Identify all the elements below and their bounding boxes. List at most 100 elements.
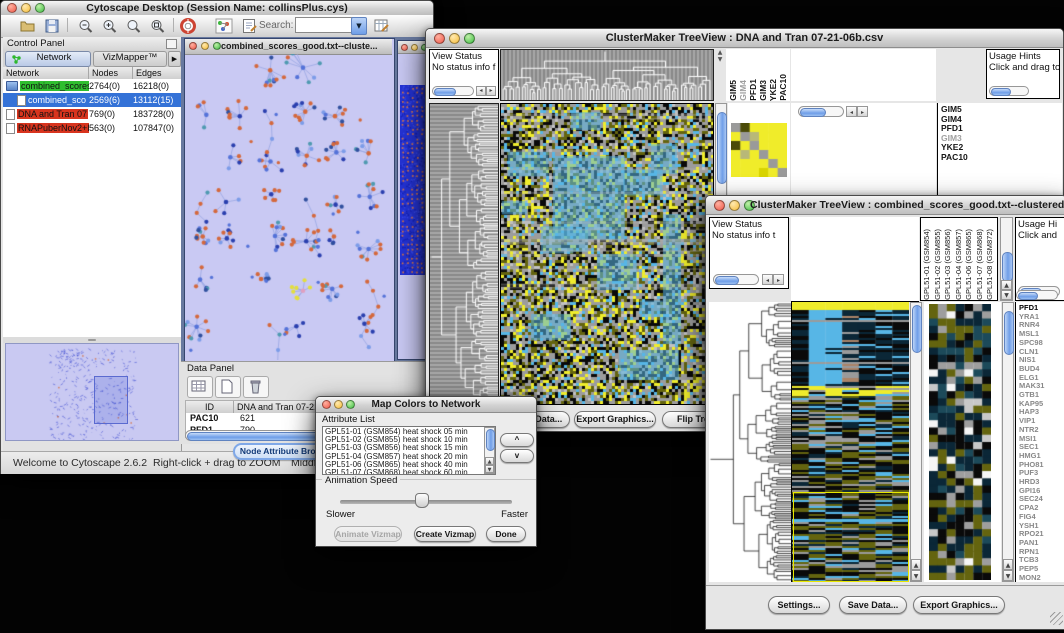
main-titlebar[interactable]: Cytoscape Desktop (Session Name: collins… <box>1 1 433 16</box>
tv1-array-dendrogram[interactable] <box>500 49 714 101</box>
array-label[interactable]: GPL51-08 (GSM872) <box>985 229 996 300</box>
scroll-down-icon[interactable]: ▼ <box>911 570 921 581</box>
minimize-icon[interactable] <box>729 200 740 211</box>
array-label[interactable]: GPL51-01 (GSM854) <box>922 229 933 300</box>
tv2-settings-button[interactable]: Settings... <box>768 596 830 614</box>
array-label[interactable]: GPL51-06 (GSM865) <box>964 229 975 300</box>
array-label[interactable]: PFD1 <box>748 79 758 101</box>
tv2-save-data-button[interactable]: Save Data... <box>839 596 907 614</box>
network-tree-row[interactable]: combined_sco2569(6)13112(15) <box>3 93 181 107</box>
scroll-left-icon[interactable]: ◂ <box>762 274 773 285</box>
scroll-down-icon[interactable]: ▼ <box>485 465 494 473</box>
tv2-vscrollbar[interactable]: ▲ ▼ <box>910 302 922 582</box>
minimize-icon[interactable] <box>411 44 418 51</box>
tv1-zoom-matrix-canvas[interactable] <box>731 123 787 177</box>
tv2-gene-dendrogram[interactable] <box>709 302 791 582</box>
network-tree-row[interactable]: RNAPuberNov2+I563(0)107847(0) <box>3 121 181 135</box>
network-overview-canvas[interactable] <box>6 344 178 440</box>
table-icon[interactable] <box>187 376 213 398</box>
column-edges[interactable]: Edges <box>133 67 181 79</box>
tv2-header-vscrollbar[interactable]: ▲ ▼ <box>1000 217 1013 301</box>
scroll-right-icon[interactable]: ▸ <box>773 274 784 285</box>
zoom-selected-icon[interactable] <box>125 18 143 34</box>
tv2-array-dendrogram-area[interactable] <box>791 217 919 302</box>
array-label[interactable]: PAC10 <box>778 74 788 101</box>
minimize-icon[interactable] <box>201 42 209 50</box>
tv2-zoom-vscroll-thumb[interactable] <box>1004 311 1014 355</box>
tv1-heatmap-canvas[interactable] <box>501 104 713 404</box>
scroll-left-icon[interactable]: ◂ <box>846 106 857 117</box>
move-up-button[interactable]: ^ <box>500 433 534 447</box>
array-label[interactable]: GIM3 <box>758 80 768 101</box>
column-network[interactable]: Network <box>3 67 89 79</box>
overview-viewport-rect[interactable] <box>94 376 128 424</box>
gene-label[interactable]: PAC10 <box>941 153 1062 163</box>
annotation-icon[interactable] <box>241 18 259 34</box>
array-label[interactable]: GPL51-07 (GSM868) <box>975 229 986 300</box>
scroll-up-icon[interactable]: ▲ <box>485 457 494 465</box>
tv1-export-graphics-button[interactable]: Export Graphics... <box>574 411 656 428</box>
tv1-vscroll-thumb[interactable] <box>717 112 727 184</box>
speed-slider-thumb[interactable] <box>415 493 429 508</box>
tv1-zoom-hscrollbar[interactable] <box>798 106 844 117</box>
array-label[interactable]: YKE2 <box>768 79 778 101</box>
tab-vizmapper[interactable]: VizMapper™ <box>93 51 167 67</box>
scroll-right-icon[interactable]: ▸ <box>857 106 868 117</box>
attribute-table-icon[interactable] <box>373 18 391 34</box>
tv1-gene-dendrogram-canvas[interactable] <box>430 104 498 404</box>
id-column-header[interactable]: ID <box>186 401 234 413</box>
save-icon[interactable] <box>43 18 61 34</box>
treeview2-titlebar[interactable]: ClusterMaker TreeView : combined_scores_… <box>706 196 1064 215</box>
vizmapper-icon[interactable] <box>215 18 233 34</box>
tv2-zoom-vscrollbar[interactable]: ▲ ▼ <box>1002 302 1014 582</box>
create-vizmap-button[interactable]: Create Vizmap <box>414 526 476 542</box>
attribute-list-scrollbar[interactable]: ▲ ▼ <box>484 427 495 474</box>
scroll-up-icon[interactable]: ▲ <box>1001 280 1012 290</box>
array-label[interactable]: GPL51-03 (GSM856) <box>943 229 954 300</box>
move-down-button[interactable]: v <box>500 449 534 463</box>
zoom-out-icon[interactable] <box>77 18 95 34</box>
gene-label[interactable]: MON2 <box>1019 574 1064 582</box>
animate-vizmap-button[interactable]: Animate Vizmap <box>334 526 402 542</box>
resize-grip[interactable] <box>1050 612 1063 625</box>
network-overview-panel[interactable] <box>5 343 179 441</box>
zoom-fit-icon[interactable] <box>149 18 167 34</box>
tv2-zoom-heatmap-canvas[interactable] <box>929 304 991 580</box>
column-nodes[interactable]: Nodes <box>89 67 133 79</box>
tv1-scroll-arrows[interactable]: ▲▼ <box>715 49 725 63</box>
array-label[interactable]: GPL51-04 (GSM857) <box>954 229 965 300</box>
search-dropdown-button[interactable]: ▼ <box>351 17 367 35</box>
close-icon[interactable] <box>714 200 725 211</box>
network-view-titlebar[interactable]: combined_scores_good.txt--cluste... <box>185 39 392 55</box>
network-canvas[interactable] <box>185 54 392 360</box>
tv2-export-graphics-button[interactable]: Export Graphics... <box>913 596 1005 614</box>
help-icon[interactable] <box>179 17 197 35</box>
array-label[interactable]: GIM5 <box>728 80 738 101</box>
close-icon[interactable] <box>189 42 197 50</box>
tv2-gene-dendrogram-canvas[interactable] <box>709 302 791 582</box>
attribute-list-scroll-thumb[interactable] <box>486 429 495 451</box>
tab-overflow-button[interactable]: ▶ <box>168 51 181 67</box>
network-tree-row[interactable]: combined_scores2764(0)16218(0) <box>3 79 181 93</box>
tv2-header-vscroll-thumb[interactable] <box>1002 252 1013 282</box>
tv1-hints-hscrollbar[interactable] <box>989 86 1029 96</box>
network-tree-empty-area[interactable] <box>3 135 181 337</box>
scroll-down-icon[interactable]: ▼ <box>1003 570 1013 581</box>
treeview1-titlebar[interactable]: ClusterMaker TreeView : DNA and Tran 07-… <box>426 29 1063 48</box>
tv2-genelist-hscrollbar[interactable] <box>1016 290 1058 300</box>
float-panel-icon[interactable] <box>166 39 177 49</box>
network-tree-row[interactable]: DNA and Tran 07769(0)183728(0) <box>3 107 181 121</box>
scroll-up-icon[interactable]: ▲ <box>911 559 921 570</box>
search-input[interactable] <box>295 17 353 33</box>
scroll-up-icon[interactable]: ▲ <box>1003 559 1013 570</box>
dialog-titlebar[interactable]: Map Colors to Network <box>316 397 536 413</box>
tv1-array-dendrogram-canvas[interactable] <box>501 50 713 100</box>
tv2-vscroll-thumb[interactable] <box>912 305 922 353</box>
tv2-heatmap[interactable] <box>791 302 909 582</box>
attribute-list[interactable]: GPL51-01 (GSM854) heat shock 05 minGPL51… <box>322 426 496 475</box>
scroll-right-icon[interactable]: ▸ <box>486 86 496 96</box>
close-icon[interactable] <box>401 44 408 51</box>
trash-icon[interactable] <box>243 376 269 398</box>
zoom-in-icon[interactable] <box>101 18 119 34</box>
new-file-icon[interactable] <box>215 376 241 398</box>
